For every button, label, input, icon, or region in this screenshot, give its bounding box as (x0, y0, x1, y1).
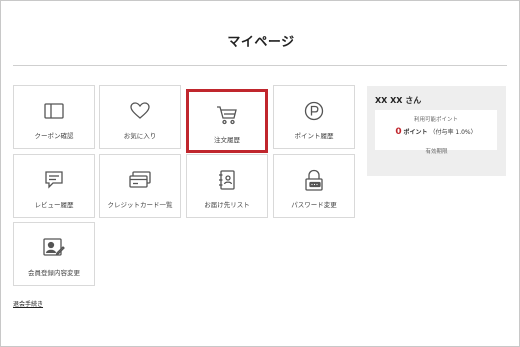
page-frame: マイページ クーポン確認 お気に入り 注文履歴 ポイント履歴 レビュー履歴 クレ… (0, 0, 520, 347)
points-unit: ポイント (403, 129, 428, 136)
member-name: XX XX さん (375, 96, 422, 105)
expiry-label: 有効期限 (425, 149, 448, 155)
profile-edit-icon (43, 237, 65, 259)
tile-label: 注文履歴 (214, 136, 240, 144)
tile-label: ポイント履歴 (294, 132, 334, 140)
tile-label: クーポン確認 (34, 132, 74, 140)
tile-label: お届け先リスト (204, 201, 250, 209)
points-value: 0 (395, 127, 402, 137)
withdraw-link[interactable]: 退会手続き (13, 299, 43, 308)
points-label: 利用可能ポイント (413, 117, 458, 123)
tile-credit-cards[interactable]: クレジットカード一覧 (99, 154, 181, 218)
points-summary: 0 ポイント （付与率 1.0%） (375, 127, 497, 137)
tile-label: クレジットカード一覧 (107, 201, 173, 209)
tile-favorites[interactable]: お気に入り (99, 85, 181, 149)
address-book-icon (216, 169, 238, 191)
grant-rate: （付与率 1.0%） (429, 129, 477, 136)
tile-label: レビュー履歴 (34, 201, 74, 209)
member-panel: XX XX さん 利用可能ポイント 0 ポイント （付与率 1.0%） 有効期限 (367, 86, 506, 176)
tile-address-list[interactable]: お届け先リスト (186, 154, 268, 218)
heart-icon (129, 100, 151, 122)
chat-icon (43, 169, 65, 191)
tile-point-history[interactable]: ポイント履歴 (273, 85, 355, 149)
tile-label: パスワード変更 (291, 201, 337, 209)
tile-review-history[interactable]: レビュー履歴 (13, 154, 95, 218)
point-icon (303, 100, 325, 122)
tile-label: 会員登録内容変更 (28, 269, 80, 277)
tile-profile-edit[interactable]: 会員登録内容変更 (13, 222, 95, 286)
tile-label: お気に入り (123, 132, 157, 140)
lock-icon (303, 169, 325, 191)
tile-password-change[interactable]: パスワード変更 (273, 154, 355, 218)
credit-card-icon (129, 169, 151, 191)
coupon-icon (43, 100, 65, 122)
points-box: 利用可能ポイント 0 ポイント （付与率 1.0%） (375, 110, 497, 150)
cart-icon (216, 104, 238, 126)
tile-coupon[interactable]: クーポン確認 (13, 85, 95, 149)
tile-order-history[interactable]: 注文履歴 (186, 89, 268, 153)
page-title: マイページ (227, 35, 295, 50)
title-divider (13, 65, 507, 66)
